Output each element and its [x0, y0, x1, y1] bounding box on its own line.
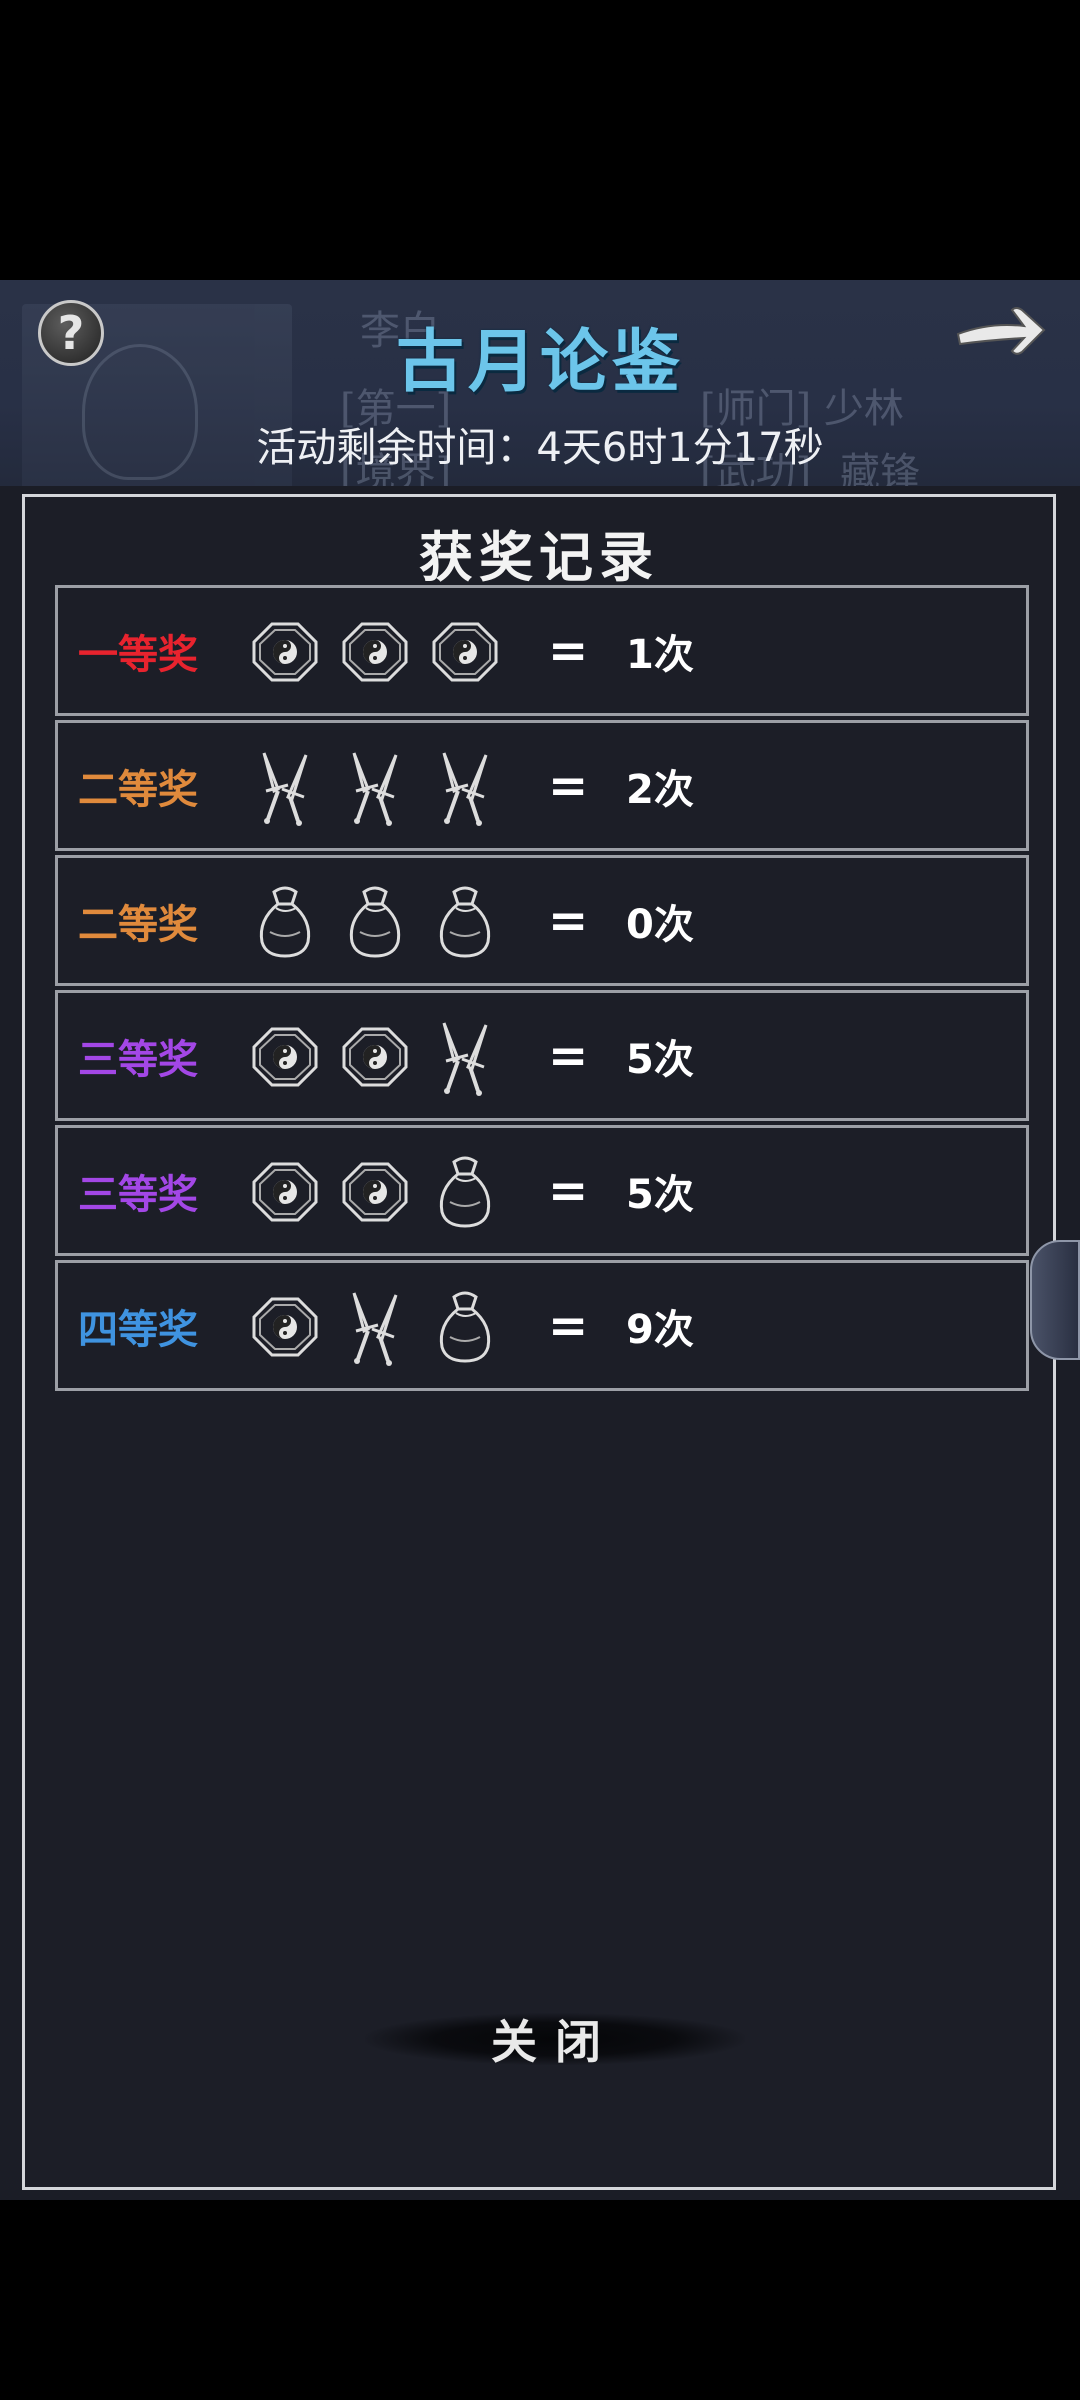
prize-combination	[248, 610, 502, 692]
prize-count: 5次	[626, 1171, 694, 1218]
bagua-icon	[248, 1015, 322, 1097]
pouch-icon	[338, 880, 412, 962]
prize-combination	[248, 1285, 502, 1367]
crossed-swords-icon	[338, 1285, 412, 1367]
prize-combination	[248, 1150, 502, 1232]
crossed-swords-icon	[248, 745, 322, 827]
prize-label: 二等奖	[78, 901, 198, 948]
bagua-icon	[338, 610, 412, 692]
bagua-icon	[248, 1150, 322, 1232]
side-tab[interactable]	[1030, 1240, 1080, 1360]
prize-row: 二等奖 = 0次	[55, 855, 1029, 986]
equals-sign: =	[548, 892, 589, 949]
prize-count: 2次	[626, 766, 694, 813]
bagua-icon	[338, 1015, 412, 1097]
bagua-icon	[248, 1285, 322, 1367]
prize-label: 二等奖	[78, 766, 198, 813]
equals-sign: =	[548, 1162, 589, 1219]
prize-row: 四等奖 = 9次	[55, 1260, 1029, 1391]
panel-title: 获奖记录	[419, 525, 659, 589]
pouch-icon	[428, 1150, 502, 1232]
prize-row: 二等奖 = 2次	[55, 720, 1029, 851]
prize-count: 0次	[626, 901, 694, 948]
prize-combination	[248, 745, 502, 827]
prize-label: 一等奖	[78, 631, 198, 678]
prize-combination	[248, 880, 502, 962]
prize-list: 一等奖 = 1次 二等奖 = 2次 二等奖 = 0次 三等奖 = 5次 三等奖 = 5次 四等奖 = 9次	[55, 585, 1029, 1395]
prize-row: 一等奖 = 1次	[55, 585, 1029, 716]
prize-record-panel: 获奖记录 一等奖 = 1次 二等奖 = 2次 二等奖 = 0次 三等奖 = 5次 三等奖 = 5次 四等奖 = 9…	[22, 494, 1056, 2190]
crossed-swords-icon	[428, 1015, 502, 1097]
pouch-icon	[428, 1285, 502, 1367]
crossed-swords-icon	[428, 745, 502, 827]
prize-combination	[248, 1015, 502, 1097]
crossed-swords-icon	[338, 745, 412, 827]
prize-label: 三等奖	[78, 1171, 198, 1218]
pouch-icon	[428, 880, 502, 962]
prize-count: 1次	[626, 631, 694, 678]
prize-label: 四等奖	[78, 1306, 198, 1353]
bagua-icon	[428, 610, 502, 692]
prize-count: 5次	[626, 1036, 694, 1083]
prize-row: 三等奖 = 5次	[55, 1125, 1029, 1256]
equals-sign: =	[548, 1297, 589, 1354]
bagua-icon	[248, 610, 322, 692]
equals-sign: =	[548, 757, 589, 814]
close-label: 关闭	[491, 2015, 619, 2069]
pouch-icon	[248, 880, 322, 962]
prize-label: 三等奖	[78, 1036, 198, 1083]
prize-row: 三等奖 = 5次	[55, 990, 1029, 1121]
bagua-icon	[338, 1150, 412, 1232]
equals-sign: =	[548, 622, 589, 679]
close-button[interactable]: 关闭	[365, 1999, 745, 2079]
page-title: 古月论鉴	[395, 322, 684, 402]
equals-sign: =	[548, 1027, 589, 1084]
prize-count: 9次	[626, 1306, 694, 1353]
event-timer: 活动剩余时间：4天6时1分17秒	[256, 425, 824, 471]
